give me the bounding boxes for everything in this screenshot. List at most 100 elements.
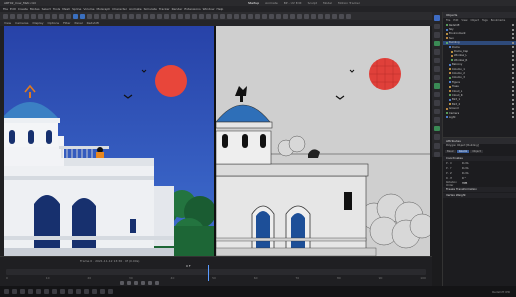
pen-icon[interactable] [101, 13, 106, 19]
objects-menu-tags[interactable]: Tags [482, 19, 488, 22]
viewport-menu-filter[interactable]: Filter [63, 21, 70, 25]
rs-settings-icon[interactable] [339, 13, 344, 19]
scale-icon[interactable] [31, 13, 36, 19]
spline-icon[interactable] [434, 32, 440, 38]
rs-proxy-icon[interactable] [311, 13, 316, 19]
menu-item-mograph[interactable]: MoGraph [97, 7, 111, 11]
prev-frame-button[interactable] [127, 281, 131, 285]
chat-icon[interactable] [92, 289, 97, 294]
rs-camera-icon[interactable] [297, 13, 302, 19]
simulation-icon[interactable] [434, 125, 440, 132]
rotate-icon[interactable] [38, 13, 43, 19]
redo-icon[interactable] [10, 13, 15, 19]
coordinate-value[interactable]: 0 cm [462, 172, 476, 175]
freeze-section[interactable]: Freeze Transformation [443, 187, 516, 192]
python-icon[interactable] [199, 13, 204, 19]
menu-item-spline[interactable]: Spline [72, 7, 81, 11]
menu-item-volume[interactable]: Volume [83, 7, 94, 11]
undo-icon[interactable] [3, 13, 8, 19]
snap-icon[interactable] [178, 13, 183, 19]
layout-tab[interactable]: BP - UV Edit [284, 1, 302, 5]
viewport-menu-panel[interactable]: Panel [75, 21, 83, 25]
layout-icon[interactable] [434, 15, 440, 21]
viewport-menu-redshift[interactable]: Redshift [87, 21, 99, 25]
viewport-menu-options[interactable]: Options [48, 21, 60, 25]
mograph-icon[interactable] [434, 108, 440, 115]
xpresso-icon[interactable] [234, 13, 239, 19]
layer-icon[interactable] [227, 13, 232, 19]
objects-menu-view[interactable]: View [461, 19, 467, 22]
coordinate-value[interactable]: 0 ° [462, 177, 476, 180]
render-view-icon[interactable] [73, 13, 78, 19]
menu-item-animate[interactable]: Animate [129, 7, 142, 11]
layout-tab[interactable]: Motion Tracker [338, 1, 360, 5]
edges-mode-icon[interactable] [164, 13, 169, 19]
rotation-order-value[interactable]: HPB [462, 182, 476, 185]
scene-icon[interactable] [434, 57, 440, 64]
viewport-menu-display[interactable]: Display [32, 21, 43, 25]
rs-material-icon[interactable] [290, 13, 295, 19]
move-icon[interactable] [24, 13, 29, 19]
attr-tab-basic[interactable]: Basic [445, 150, 456, 153]
rs-light-icon[interactable] [283, 13, 288, 19]
objects-menu-edit[interactable]: Edit [453, 19, 458, 22]
vertex-weight-section[interactable]: Vertex Weight [443, 193, 516, 198]
model-mode-icon[interactable] [150, 13, 155, 19]
tag-icon[interactable] [220, 13, 225, 19]
ipr-icon[interactable] [269, 13, 274, 19]
subdivision-icon[interactable] [108, 13, 113, 19]
menu-item-tracker[interactable]: Tracker [159, 7, 170, 11]
shader-icon[interactable] [213, 13, 218, 19]
rs-post-icon[interactable] [332, 13, 337, 19]
generator-icon[interactable] [434, 40, 440, 47]
play-button[interactable] [134, 281, 138, 285]
first-frame-button[interactable] [120, 281, 124, 285]
menu-item-modes[interactable]: Modes [30, 7, 40, 11]
viewport-editor[interactable] [216, 26, 430, 256]
x-axis-icon[interactable] [45, 13, 50, 19]
menu-item-edit[interactable]: Edit [10, 7, 16, 11]
curve-icon[interactable] [248, 13, 253, 19]
coordinate-value[interactable]: 0 cm [462, 167, 476, 170]
render-settings-icon[interactable] [87, 13, 92, 19]
viewport-render[interactable] [4, 26, 214, 256]
redshift-icon[interactable] [52, 289, 57, 294]
viewport-menu-view[interactable]: View [4, 21, 11, 25]
dope-icon[interactable] [255, 13, 260, 19]
menu-item-create[interactable]: Create [18, 7, 28, 11]
material-icon[interactable] [206, 13, 211, 19]
hair-icon[interactable] [434, 117, 440, 123]
menu-item-extensions[interactable]: Extensions [184, 7, 200, 11]
settings-icon[interactable] [434, 151, 440, 158]
light-icon[interactable] [143, 13, 148, 19]
menu-item-window[interactable]: Window [203, 7, 215, 11]
python-icon[interactable] [434, 100, 440, 106]
grid-icon[interactable] [192, 13, 197, 19]
volume-icon[interactable] [434, 134, 440, 140]
menu-item-help[interactable]: Help [216, 7, 223, 11]
y-axis-icon[interactable] [52, 13, 57, 19]
menu-item-tools[interactable]: Tools [53, 7, 60, 11]
rs-env-icon[interactable] [304, 13, 309, 19]
redshift-icon[interactable] [262, 13, 267, 19]
render-icon[interactable] [80, 13, 85, 19]
browser-icon[interactable] [36, 289, 41, 294]
deformer-icon[interactable] [122, 13, 127, 19]
object-icon[interactable] [434, 23, 440, 30]
explorer-icon[interactable] [28, 289, 33, 294]
layout-tab[interactable]: Sculpt [308, 1, 317, 5]
timeline-icon[interactable] [241, 13, 246, 19]
folder-icon[interactable] [76, 289, 81, 294]
menu-item-character[interactable]: Character [112, 7, 127, 11]
cloner-icon[interactable] [115, 13, 120, 19]
workplane-icon[interactable] [185, 13, 190, 19]
c4d-icon[interactable] [44, 289, 49, 294]
last-frame-button[interactable] [148, 281, 152, 285]
viewport-menu-cameras[interactable]: Cameras [15, 21, 28, 25]
task-view-icon[interactable] [20, 289, 25, 294]
menu-item-render[interactable]: Render [172, 7, 183, 11]
menu-item-mesh[interactable]: Mesh [62, 7, 70, 11]
start-icon[interactable] [4, 289, 9, 294]
settings-icon[interactable] [108, 289, 113, 294]
cube-icon[interactable] [94, 13, 99, 19]
